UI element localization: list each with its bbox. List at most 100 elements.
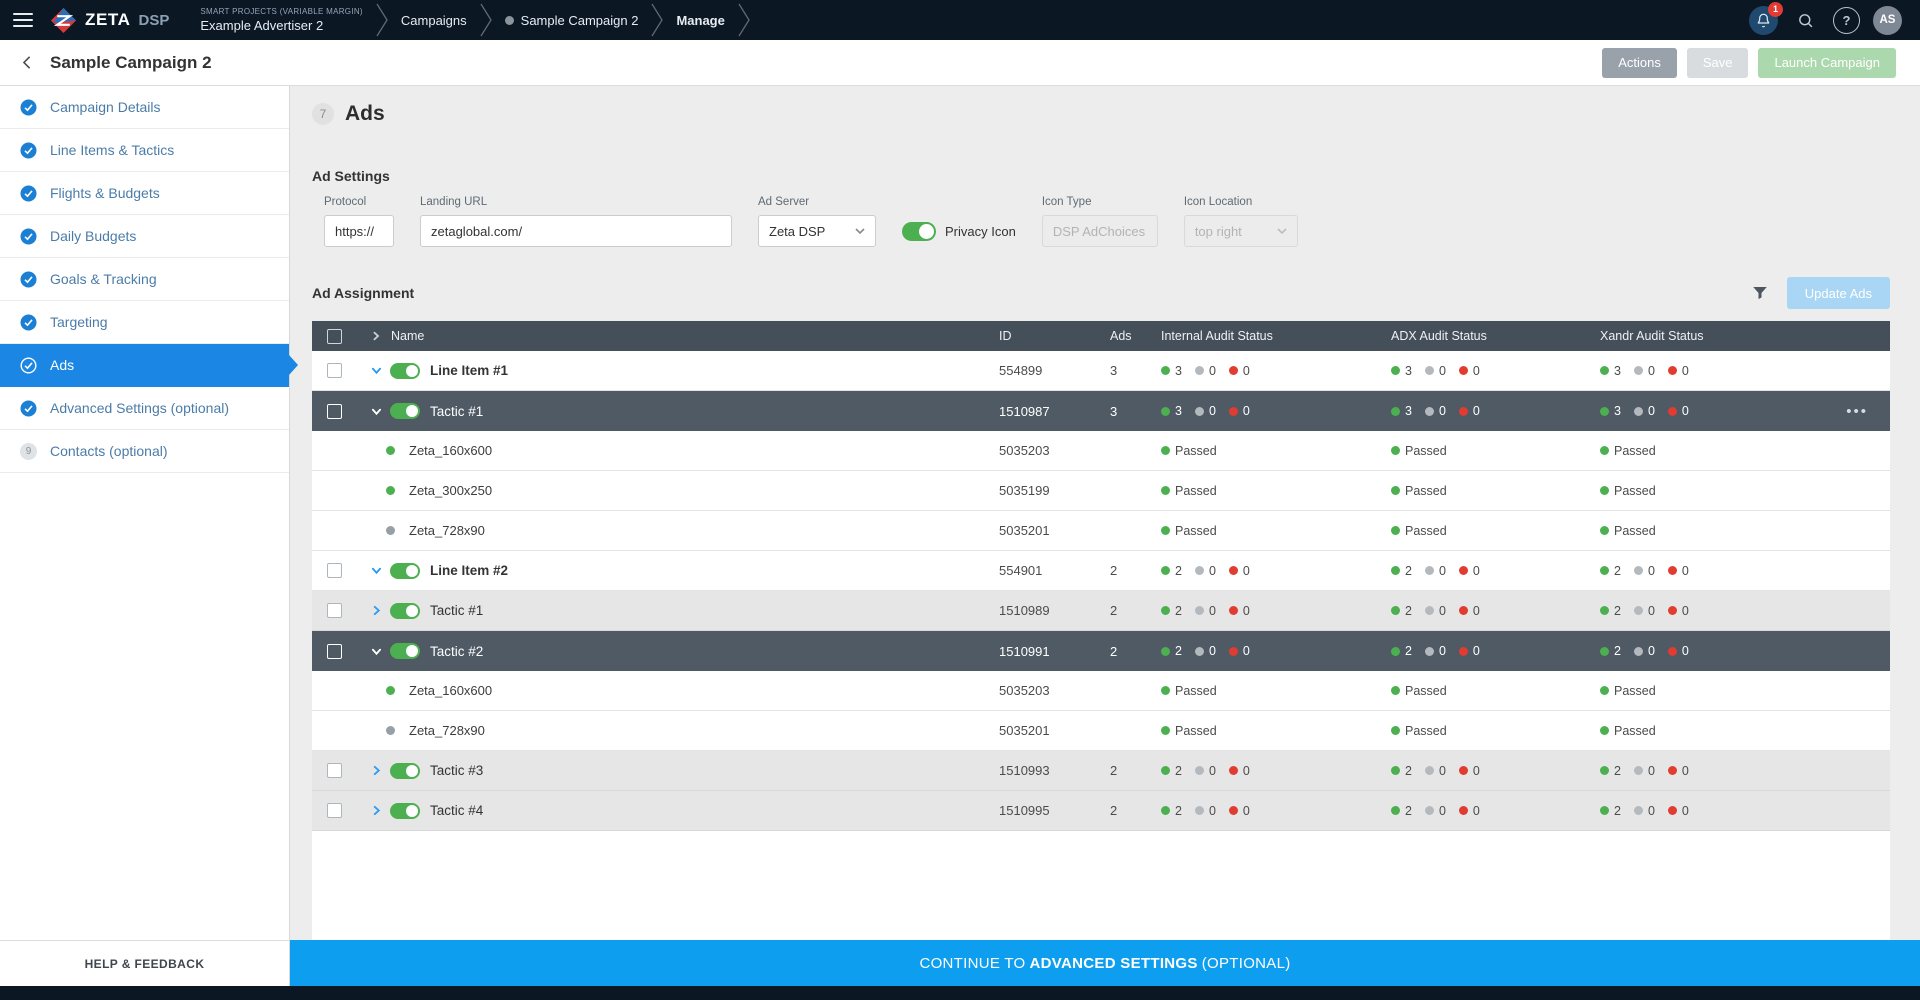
search-button[interactable] — [1791, 6, 1820, 35]
red-dot-icon — [1229, 366, 1238, 375]
check-circle-icon — [20, 142, 37, 159]
breadcrumb-item[interactable]: Manage — [663, 13, 737, 28]
row-checkbox[interactable] — [327, 404, 342, 419]
launch-campaign-button[interactable]: Launch Campaign — [1758, 48, 1896, 78]
menu-icon[interactable] — [0, 0, 46, 40]
protocol-select[interactable]: https:// — [324, 215, 394, 247]
chevron-down-icon[interactable] — [371, 646, 382, 657]
chevron-right-icon[interactable] — [371, 805, 382, 816]
select-all-checkbox[interactable] — [327, 329, 342, 344]
green-dot-icon — [1161, 366, 1170, 375]
check-circle-icon — [20, 400, 37, 417]
red-dot-icon — [1229, 806, 1238, 815]
save-button[interactable]: Save — [1687, 48, 1749, 78]
gray-dot-icon — [1425, 407, 1434, 416]
audit-count-rejected: 0 — [1459, 764, 1480, 778]
tactic-row[interactable]: Tactic #215109912200200200 — [312, 631, 1890, 671]
chevron-down-icon[interactable] — [371, 565, 382, 576]
check-circle-icon — [20, 228, 37, 245]
chevron-down-icon[interactable] — [371, 365, 382, 376]
creative-name: Zeta_728x90 — [409, 723, 485, 738]
creative-row[interactable]: Zeta_728x905035201PassedPassedPassed — [312, 511, 1890, 551]
status-toggle[interactable] — [390, 603, 420, 619]
brand-logo[interactable]: ZETA DSP — [46, 7, 187, 34]
red-dot-icon — [1668, 647, 1677, 656]
line-item-row[interactable]: Line Item #15548993300300300 — [312, 351, 1890, 391]
chevron-down-icon — [855, 228, 865, 234]
chevron-right-icon[interactable] — [371, 765, 382, 776]
sidebar-item-flights-budgets[interactable]: Flights & Budgets — [0, 172, 289, 215]
creative-row[interactable]: Zeta_300x2505035199PassedPassedPassed — [312, 471, 1890, 511]
notifications-button[interactable]: 1 — [1749, 6, 1778, 35]
continue-bold: ADVANCED SETTINGS — [1030, 955, 1198, 972]
icon-location-label: Icon Location — [1184, 196, 1298, 208]
status-toggle[interactable] — [390, 643, 420, 659]
sidebar-item-advanced-settings-optional[interactable]: Advanced Settings (optional) — [0, 387, 289, 430]
chevron-down-icon[interactable] — [371, 406, 382, 417]
actions-button[interactable]: Actions — [1602, 48, 1677, 78]
ad-server-select[interactable]: Zeta DSP — [758, 215, 876, 247]
sidebar-item-contacts-optional[interactable]: 9Contacts (optional) — [0, 430, 289, 473]
sidebar-item-ads[interactable]: Ads — [0, 344, 289, 387]
gray-dot-icon — [1425, 647, 1434, 656]
creative-row[interactable]: Zeta_160x6005035203PassedPassedPassed — [312, 431, 1890, 471]
status-toggle[interactable] — [390, 363, 420, 379]
sidebar-item-targeting[interactable]: Targeting — [0, 301, 289, 344]
audit-status-passed: Passed — [1391, 444, 1447, 458]
row-checkbox[interactable] — [327, 803, 342, 818]
creative-row[interactable]: Zeta_728x905035201PassedPassedPassed — [312, 711, 1890, 751]
row-menu-icon[interactable]: ••• — [1846, 403, 1868, 420]
audit-count-rejected: 0 — [1668, 764, 1689, 778]
status-toggle[interactable] — [390, 403, 420, 419]
row-checkbox[interactable] — [327, 563, 342, 578]
tactic-row[interactable]: Tactic #415109952200200200 — [312, 791, 1890, 831]
gray-dot-icon — [1425, 806, 1434, 815]
creative-name: Zeta_728x90 — [409, 523, 485, 538]
gray-dot-icon — [1634, 766, 1643, 775]
icon-location-field: Icon Location top right — [1184, 196, 1298, 247]
update-ads-button[interactable]: Update Ads — [1787, 277, 1890, 309]
creative-name: Zeta_160x600 — [409, 443, 492, 458]
green-dot-icon — [1161, 526, 1170, 535]
sidebar-item-daily-budgets[interactable]: Daily Budgets — [0, 215, 289, 258]
green-dot-icon — [1391, 806, 1400, 815]
page-header: 7 Ads — [312, 102, 1890, 126]
privacy-icon-toggle[interactable] — [902, 222, 936, 241]
line-item-row[interactable]: Line Item #25549012200200200 — [312, 551, 1890, 591]
breadcrumb-item[interactable]: SMART PROJECTS (VARIABLE MARGIN)Example … — [187, 7, 376, 33]
help-button[interactable]: ? — [1833, 7, 1860, 34]
help-feedback-link[interactable]: HELP & FEEDBACK — [0, 940, 289, 986]
red-dot-icon — [1668, 366, 1677, 375]
tactic-row[interactable]: Tactic #115109892200200200 — [312, 591, 1890, 631]
breadcrumb-item[interactable]: Sample Campaign 2 — [492, 13, 652, 28]
row-checkbox[interactable] — [327, 644, 342, 659]
tactic-row[interactable]: Tactic #315109932200200200 — [312, 751, 1890, 791]
breadcrumb: SMART PROJECTS (VARIABLE MARGIN)Example … — [187, 0, 749, 40]
creative-row[interactable]: Zeta_160x6005035203PassedPassedPassed — [312, 671, 1890, 711]
tactic-row[interactable]: Tactic #115109873300300300••• — [312, 391, 1890, 431]
landing-url-input[interactable] — [420, 215, 732, 247]
sidebar-item-campaign-details[interactable]: Campaign Details — [0, 86, 289, 129]
row-checkbox[interactable] — [327, 763, 342, 778]
back-button[interactable] — [14, 50, 40, 76]
red-dot-icon — [1229, 566, 1238, 575]
internal-audit-cell: Passed — [1161, 484, 1391, 498]
status-toggle[interactable] — [390, 763, 420, 779]
audit-count-rejected: 0 — [1668, 604, 1689, 618]
expand-all-icon[interactable] — [371, 331, 381, 341]
audit-count-rejected: 0 — [1459, 364, 1480, 378]
breadcrumb-item[interactable]: Campaigns — [388, 13, 480, 28]
status-toggle[interactable] — [390, 803, 420, 819]
sidebar-item-goals-tracking[interactable]: Goals & Tracking — [0, 258, 289, 301]
continue-button[interactable]: CONTINUE TO ADVANCED SETTINGS (OPTIONAL) — [290, 940, 1920, 986]
row-checkbox[interactable] — [327, 603, 342, 618]
filter-button[interactable] — [1751, 284, 1769, 302]
status-toggle[interactable] — [390, 563, 420, 579]
avatar[interactable]: AS — [1873, 6, 1902, 35]
row-checkbox[interactable] — [327, 363, 342, 378]
avatar-initials: AS — [1880, 14, 1896, 26]
chevron-right-icon[interactable] — [371, 605, 382, 616]
icon-location-value: top right — [1195, 224, 1242, 239]
sidebar-item-line-items-tactics[interactable]: Line Items & Tactics — [0, 129, 289, 172]
toggle-knob — [406, 565, 418, 577]
